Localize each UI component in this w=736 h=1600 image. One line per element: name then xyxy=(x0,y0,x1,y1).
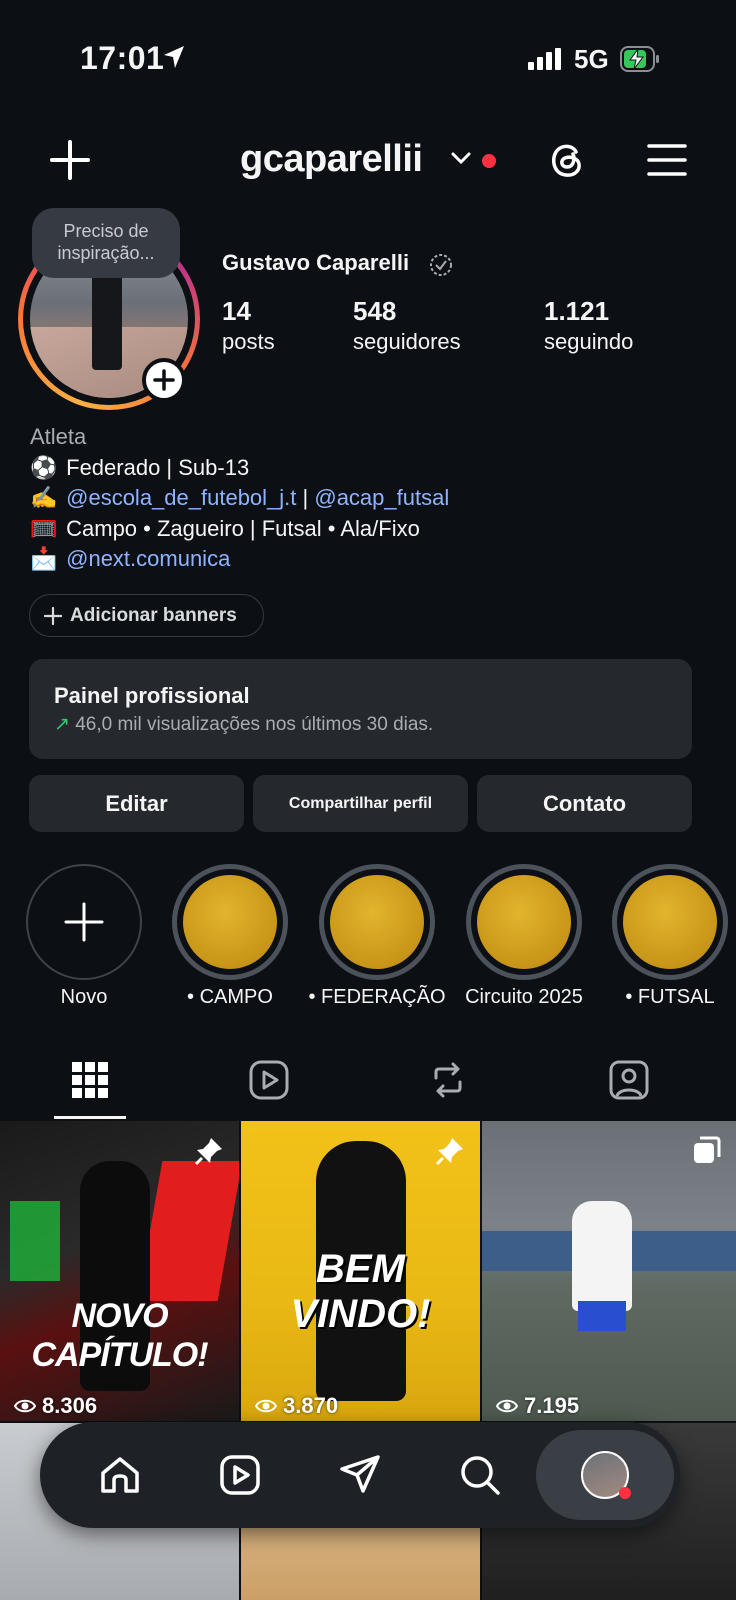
reposts-tab-icon[interactable] xyxy=(426,1058,470,1102)
view-count: 8.306 xyxy=(14,1393,97,1419)
threads-icon[interactable] xyxy=(545,138,589,182)
nav-profile-tab[interactable] xyxy=(536,1430,674,1520)
highlight-cover xyxy=(330,875,424,969)
bio-category: Atleta xyxy=(30,424,87,449)
add-story-button[interactable] xyxy=(142,358,186,402)
create-plus-icon[interactable] xyxy=(48,138,92,182)
note-bubble[interactable]: Preciso de inspiração... xyxy=(32,208,180,278)
chevron-down-icon[interactable] xyxy=(450,150,472,166)
profile-header: gcaparellii xyxy=(0,130,736,210)
contact-button[interactable]: Contato xyxy=(477,775,692,832)
view-count: 7.195 xyxy=(496,1393,579,1419)
highlight-label: • FEDERAÇÃO xyxy=(308,986,446,1008)
stat-followers[interactable]: 548 seguidores xyxy=(353,296,461,355)
post-tile[interactable]: 7.195 xyxy=(482,1121,736,1421)
soccer-ball-icon: ⚽ xyxy=(30,454,58,480)
bio-line: 🥅 Campo • Zagueiro | Futsal • Ala/Fixo xyxy=(30,514,449,545)
highlight-cover xyxy=(183,875,277,969)
plus-icon xyxy=(44,606,62,625)
active-tab-indicator xyxy=(54,1116,126,1119)
highlight-cover xyxy=(623,875,717,969)
location-arrow-icon xyxy=(164,46,184,68)
notification-dot xyxy=(482,154,496,168)
username-switcher[interactable]: gcaparellii xyxy=(240,138,423,181)
highlight-futsal[interactable]: • FUTSAL xyxy=(612,864,728,1008)
search-icon[interactable] xyxy=(458,1453,502,1497)
status-time: 17:01 xyxy=(80,40,165,76)
eye-icon xyxy=(496,1399,518,1413)
post-caption: BEM VINDO! xyxy=(290,1247,431,1336)
highlight-label: Novo xyxy=(60,986,108,1008)
plus-icon xyxy=(64,902,104,942)
battery-charging-icon xyxy=(620,46,659,72)
cellular-signal-icon xyxy=(528,48,561,70)
highlight-circuito[interactable]: Circuito 2025 xyxy=(465,864,583,1008)
profile-tabs xyxy=(0,1050,736,1120)
bottom-navigation xyxy=(40,1422,680,1528)
avatar xyxy=(581,1451,631,1499)
bio-link-escola[interactable]: @escola_de_futebol_j.t xyxy=(66,485,296,510)
carousel-icon xyxy=(694,1136,721,1163)
post-tile[interactable]: BEM VINDO! 3.870 xyxy=(241,1121,480,1421)
highlight-label: Circuito 2025 xyxy=(465,986,583,1008)
view-count: 3.870 xyxy=(255,1393,338,1419)
writing-hand-icon: ✍️ xyxy=(30,485,58,510)
post-caption: NOVO CAPÍTULO! xyxy=(31,1297,208,1374)
post-tile[interactable]: NOVO CAPÍTULO! 8.306 xyxy=(0,1121,239,1421)
highlight-new[interactable]: Novo xyxy=(26,864,142,1008)
bio-link-next[interactable]: @next.comunica xyxy=(66,546,230,571)
eye-icon xyxy=(255,1399,277,1413)
highlight-federacao[interactable]: • FEDERAÇÃO xyxy=(308,864,446,1008)
full-name: Gustavo Caparelli xyxy=(222,250,410,275)
goal-net-icon: 🥅 xyxy=(30,515,58,541)
bio-line: ✍️ @escola_de_futebol_j.t | @acap_futsal xyxy=(30,483,449,514)
notification-dot xyxy=(619,1487,631,1499)
reels-icon[interactable] xyxy=(218,1453,262,1497)
status-bar: 17:01 5G xyxy=(0,0,736,120)
network-type: 5G xyxy=(574,44,609,74)
home-icon[interactable] xyxy=(98,1453,142,1497)
bio: Atleta ⚽ Federado | Sub-13 ✍️ @escola_de… xyxy=(30,422,449,575)
plus-icon xyxy=(153,369,175,391)
envelope-icon: 📩 xyxy=(30,546,58,571)
stat-posts[interactable]: 14 posts xyxy=(222,296,275,355)
verified-badge-icon xyxy=(430,254,452,276)
share-profile-button[interactable]: Compartilhar perfil xyxy=(253,775,468,832)
bio-line: ⚽ Federado | Sub-13 xyxy=(30,453,449,484)
panel-title: Painel profissional xyxy=(54,683,250,708)
panel-subtitle: 46,0 mil visualizações nos últimos 30 di… xyxy=(75,714,434,735)
bio-line: 📩 @next.comunica xyxy=(30,544,449,575)
tagged-tab-icon[interactable] xyxy=(607,1058,651,1102)
grid-icon[interactable] xyxy=(68,1058,112,1102)
eye-icon xyxy=(14,1399,36,1413)
trend-up-icon: ↗ xyxy=(54,714,70,735)
menu-icon[interactable] xyxy=(645,140,689,180)
stat-following[interactable]: 1.121 seguindo xyxy=(544,296,633,355)
edit-profile-button[interactable]: Editar xyxy=(29,775,244,832)
reels-tab-icon[interactable] xyxy=(247,1058,291,1102)
bio-link-acap[interactable]: @acap_futsal xyxy=(314,485,449,510)
highlight-campo[interactable]: • CAMPO xyxy=(172,864,288,1008)
highlight-label: • CAMPO xyxy=(187,986,273,1008)
add-banners-button[interactable]: Adicionar banners xyxy=(29,594,264,637)
highlight-cover xyxy=(477,875,571,969)
pinned-icon xyxy=(194,1138,222,1166)
highlight-label: • FUTSAL xyxy=(625,986,715,1008)
professional-dashboard[interactable]: Painel profissional ↗ 46,0 mil visualiza… xyxy=(29,659,692,759)
direct-messages-icon[interactable] xyxy=(338,1453,382,1497)
pinned-icon xyxy=(435,1138,463,1166)
